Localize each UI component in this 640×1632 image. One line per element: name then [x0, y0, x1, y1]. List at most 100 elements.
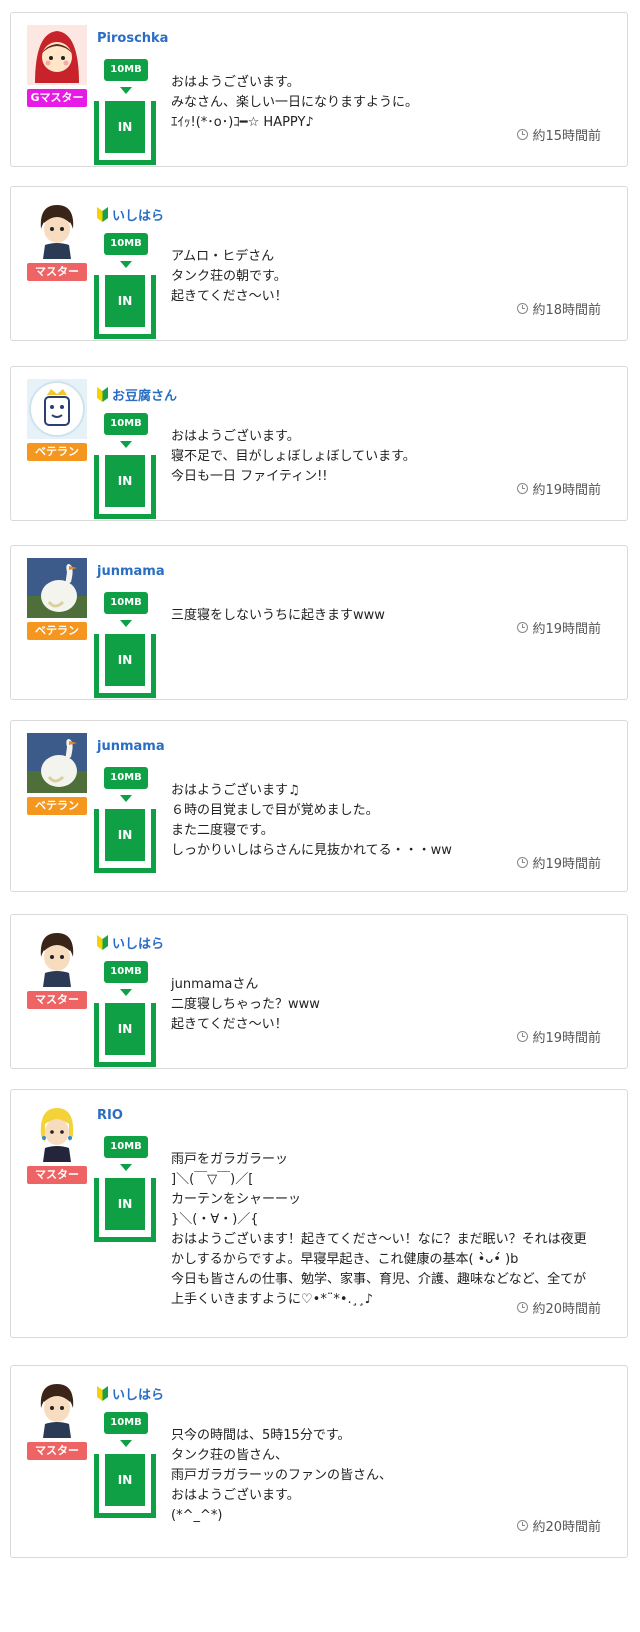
avatar[interactable] [27, 927, 87, 987]
in-status-box: IN [94, 101, 156, 165]
in-label: IN [105, 1003, 145, 1055]
username-label: RIO [97, 1108, 123, 1123]
rank-badge: ベテラン [27, 443, 87, 461]
clock-icon [517, 857, 529, 868]
post-message: アムロ・ヒデさん タンク荘の朝です。 起きてくださ〜い！ [171, 249, 288, 304]
clock-icon [517, 622, 529, 633]
arrow-down-icon [120, 620, 132, 627]
rank-badge: マスター [27, 1166, 87, 1184]
post-time: 約15時間前 [517, 125, 601, 144]
size-badge: 10MB [104, 413, 148, 435]
arrow-down-icon [120, 261, 132, 268]
post-time: 約20時間前 [517, 1298, 601, 1317]
in-status-box: IN [94, 1003, 156, 1067]
post-card: マスター いしはら 10MB IN junmamaさん 二度寝しちゃった？www… [10, 914, 628, 1069]
time-label: 約19時間前 [532, 857, 601, 872]
rank-badge: ベテラン [27, 797, 87, 815]
post-time: 約18時間前 [517, 299, 601, 318]
size-badge: 10MB [104, 233, 148, 255]
in-label: IN [105, 101, 145, 153]
post-time: 約19時間前 [517, 1027, 601, 1046]
post-time: 約19時間前 [517, 479, 601, 498]
time-label: 約20時間前 [532, 1302, 601, 1317]
avatar[interactable] [27, 733, 87, 793]
username-label: いしはら [112, 937, 165, 952]
beginner-mark-icon [97, 1386, 108, 1401]
size-badge: 10MB [104, 592, 148, 614]
post-card: Gマスター Piroschka 10MB IN おはようございます。 みなさん、… [10, 12, 628, 167]
beginner-mark-icon [97, 207, 108, 222]
beginner-mark-icon [97, 387, 108, 402]
rank-badge: Gマスター [27, 89, 87, 107]
post-message: 雨戸をガラガラーッ ]＼(￣▽￣)／[ カーテンをシャーーッ }＼(・∀・)／{… [171, 1152, 587, 1307]
arrow-down-icon [120, 1440, 132, 1447]
time-label: 約19時間前 [532, 1031, 601, 1046]
in-status-box: IN [94, 455, 156, 519]
username-link[interactable]: RIO [97, 1108, 123, 1123]
username-link[interactable]: junmama [97, 739, 165, 754]
time-label: 約18時間前 [532, 303, 601, 318]
avatar[interactable] [27, 199, 87, 259]
rank-badge: マスター [27, 991, 87, 1009]
username-label: Piroschka [97, 31, 169, 46]
arrow-down-icon [120, 795, 132, 802]
rank-badge: マスター [27, 263, 87, 281]
in-status-box: IN [94, 634, 156, 698]
arrow-down-icon [120, 87, 132, 94]
in-label: IN [105, 634, 145, 686]
avatar[interactable] [27, 25, 87, 85]
username-label: お豆腐さん [112, 389, 178, 404]
post-card: マスター RIO 10MB IN 雨戸をガラガラーッ ]＼(￣▽￣)／[ カーテ… [10, 1089, 628, 1338]
in-label: IN [105, 455, 145, 507]
rank-badge: ベテラン [27, 622, 87, 640]
post-message: おはようございます♫ ６時の目覚ましで目が覚めました。 また二度寝です。 しっか… [171, 783, 452, 858]
time-label: 約15時間前 [532, 129, 601, 144]
in-label: IN [105, 1178, 145, 1230]
clock-icon [517, 129, 529, 140]
avatar[interactable] [27, 379, 87, 439]
username-link[interactable]: お豆腐さん [97, 385, 177, 404]
username-link[interactable]: いしはら [97, 933, 164, 952]
avatar[interactable] [27, 1102, 87, 1162]
in-status-box: IN [94, 1454, 156, 1518]
in-label: IN [105, 1454, 145, 1506]
clock-icon [517, 1031, 529, 1042]
in-label: IN [105, 275, 145, 327]
beginner-mark-icon [97, 935, 108, 950]
post-message: junmamaさん 二度寝しちゃった？www 起きてくださ〜い！ [171, 977, 320, 1032]
size-badge: 10MB [104, 59, 148, 81]
in-label: IN [105, 809, 145, 861]
time-label: 約20時間前 [532, 1520, 601, 1535]
post-message: おはようございます。 みなさん、楽しい一日になりますように。 ｴｲｯ!(*･o･… [171, 75, 419, 130]
in-status-box: IN [94, 1178, 156, 1242]
username-link[interactable]: いしはら [97, 205, 164, 224]
post-card: ベテラン お豆腐さん 10MB IN おはようございます。 寝不足で、目がしょぼ… [10, 366, 628, 521]
post-message: おはようございます。 寝不足で、目がしょぼしょぼしています。 今日も一日 ファイ… [171, 429, 416, 484]
arrow-down-icon [120, 989, 132, 996]
size-badge: 10MB [104, 961, 148, 983]
arrow-down-icon [120, 441, 132, 448]
in-status-box: IN [94, 275, 156, 339]
username-label: junmama [97, 564, 165, 579]
avatar[interactable] [27, 1378, 87, 1438]
username-label: いしはら [112, 209, 165, 224]
post-card: ベテラン junmama 10MB IN おはようございます♫ ６時の目覚ましで… [10, 720, 628, 892]
size-badge: 10MB [104, 1412, 148, 1434]
post-time: 約19時間前 [517, 853, 601, 872]
post-card: マスター いしはら 10MB IN アムロ・ヒデさん タンク荘の朝です。 起きて… [10, 186, 628, 341]
username-link[interactable]: いしはら [97, 1384, 164, 1403]
clock-icon [517, 1302, 529, 1313]
post-card: マスター いしはら 10MB IN 只今の時間は、5時15分です。 タンク荘の皆… [10, 1365, 628, 1558]
clock-icon [517, 303, 529, 314]
username-link[interactable]: junmama [97, 564, 165, 579]
username-label: いしはら [112, 1388, 165, 1403]
username-link[interactable]: Piroschka [97, 31, 168, 46]
clock-icon [517, 483, 529, 494]
post-message: 只今の時間は、5時15分です。 タンク荘の皆さん、 雨戸ガラガラーッのファンの皆… [171, 1428, 393, 1523]
avatar[interactable] [27, 558, 87, 618]
post-card: ベテラン junmama 10MB IN 三度寝をしないうちに起きますwww 約… [10, 545, 628, 700]
username-label: junmama [97, 739, 165, 754]
rank-badge: マスター [27, 1442, 87, 1460]
arrow-down-icon [120, 1164, 132, 1171]
time-label: 約19時間前 [532, 622, 601, 637]
